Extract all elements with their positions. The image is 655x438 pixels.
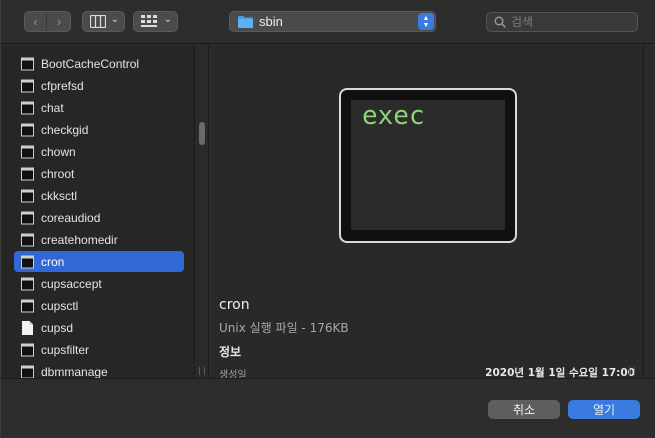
file-name: dbmmanage <box>41 364 108 379</box>
executable-icon <box>21 365 34 378</box>
file-name: ckksctl <box>41 188 77 203</box>
chevron-down-icon: ⌄ <box>163 14 172 25</box>
back-button[interactable]: ‹ <box>25 12 47 31</box>
folder-icon <box>238 16 253 28</box>
search-icon <box>494 16 506 28</box>
scrollbar-thumb[interactable] <box>199 122 205 145</box>
file-name: BootCacheControl <box>41 56 140 71</box>
preview-pane: exec cron Unix 실행 파일 - 176KB 정보 생성일 2020… <box>210 45 643 381</box>
file-name: chown <box>41 144 76 159</box>
executable-icon <box>21 123 34 136</box>
preview-scrollbar[interactable] <box>643 45 655 378</box>
file-list-item[interactable]: coreaudiod <box>14 207 184 228</box>
executable-icon <box>21 211 34 224</box>
column-resize-handle[interactable] <box>199 367 205 375</box>
terminal-thumbnail: exec <box>339 88 517 243</box>
file-list-item[interactable]: checkgid <box>14 119 184 140</box>
file-name: chat <box>41 100 64 115</box>
open-file-dialog: ‹ › ⌄ ⌄ sbin ▲ ▼ 검색 BootCacheControl cfp… <box>0 0 655 438</box>
chevron-left-icon: ‹ <box>33 14 38 29</box>
file-name: cfprefsd <box>41 78 84 93</box>
up-down-chevron-icon: ▲ ▼ <box>418 13 434 30</box>
file-name: chroot <box>41 166 75 181</box>
file-name: cupsaccept <box>41 276 102 291</box>
search-input[interactable] <box>511 14 631 30</box>
file-list-column: BootCacheControl cfprefsd chat checkgid chow… <box>1 45 194 378</box>
executable-icon <box>21 167 34 180</box>
file-name: cupsctl <box>41 298 79 313</box>
terminal-screen: exec <box>351 100 505 230</box>
preview-file-name: cron <box>219 297 250 313</box>
open-button[interactable]: 열기 <box>568 400 640 419</box>
file-list-item[interactable]: dbmmanage <box>14 361 184 378</box>
executable-icon <box>21 299 34 312</box>
location-popup[interactable]: sbin ▲ ▼ <box>229 11 436 32</box>
chevron-down-icon: ⌄ <box>110 14 119 25</box>
forward-button[interactable]: › <box>48 12 70 31</box>
executable-icon <box>21 255 34 268</box>
cancel-button[interactable]: 취소 <box>488 400 560 419</box>
executable-icon <box>21 233 34 246</box>
file-name: checkgid <box>41 122 89 137</box>
executable-icon <box>21 79 34 92</box>
executable-icon <box>21 343 34 356</box>
file-list-item[interactable]: cupsaccept <box>14 273 184 294</box>
file-name: cupsd <box>41 320 74 335</box>
column-scrollbar[interactable] <box>194 45 209 378</box>
toolbar: ‹ › ⌄ ⌄ sbin ▲ ▼ 검색 <box>1 0 655 44</box>
search-field[interactable] <box>486 12 638 32</box>
file-list-item[interactable]: cfprefsd <box>14 75 184 96</box>
column-resize-handle[interactable] <box>629 367 635 375</box>
file-list-item[interactable]: cupsctl <box>14 295 184 316</box>
grid-view-icon <box>141 15 157 27</box>
file-list-item[interactable]: cupsd <box>14 317 184 338</box>
file-list-item[interactable]: chroot <box>14 163 184 184</box>
view-mode-button[interactable]: ⌄ <box>82 11 125 32</box>
file-name: createhomedir <box>41 232 118 247</box>
executable-icon <box>21 189 34 202</box>
location-label: sbin <box>259 14 283 29</box>
navigation-buttons: ‹ › <box>24 11 71 32</box>
file-list-item[interactable]: cupsfilter <box>14 339 184 360</box>
executable-icon <box>21 277 34 290</box>
column-view-icon <box>90 15 106 28</box>
group-mode-button[interactable]: ⌄ <box>133 11 178 32</box>
file-list-item[interactable]: chown <box>14 141 184 162</box>
executable-icon <box>21 57 34 70</box>
preview-info-heading: 정보 <box>219 345 242 359</box>
executable-icon <box>21 145 34 158</box>
file-list-item[interactable]: chat <box>14 97 184 118</box>
file-list-item[interactable]: createhomedir <box>14 229 184 250</box>
file-name: cron <box>41 254 65 269</box>
file-name: cupsfilter <box>41 342 90 357</box>
file-list-item[interactable]: cron <box>14 251 184 272</box>
file-list-item[interactable]: ckksctl <box>14 185 184 206</box>
executable-icon <box>21 101 34 114</box>
thumbnail-text: exec <box>362 101 425 131</box>
chevron-right-icon: › <box>56 14 62 29</box>
button-bar: 취소 열기 <box>1 378 655 438</box>
file-name: coreaudiod <box>41 210 101 225</box>
document-icon <box>22 320 33 335</box>
file-list-item[interactable]: BootCacheControl <box>14 53 184 74</box>
preview-file-kind: Unix 실행 파일 - 176KB <box>219 321 349 335</box>
